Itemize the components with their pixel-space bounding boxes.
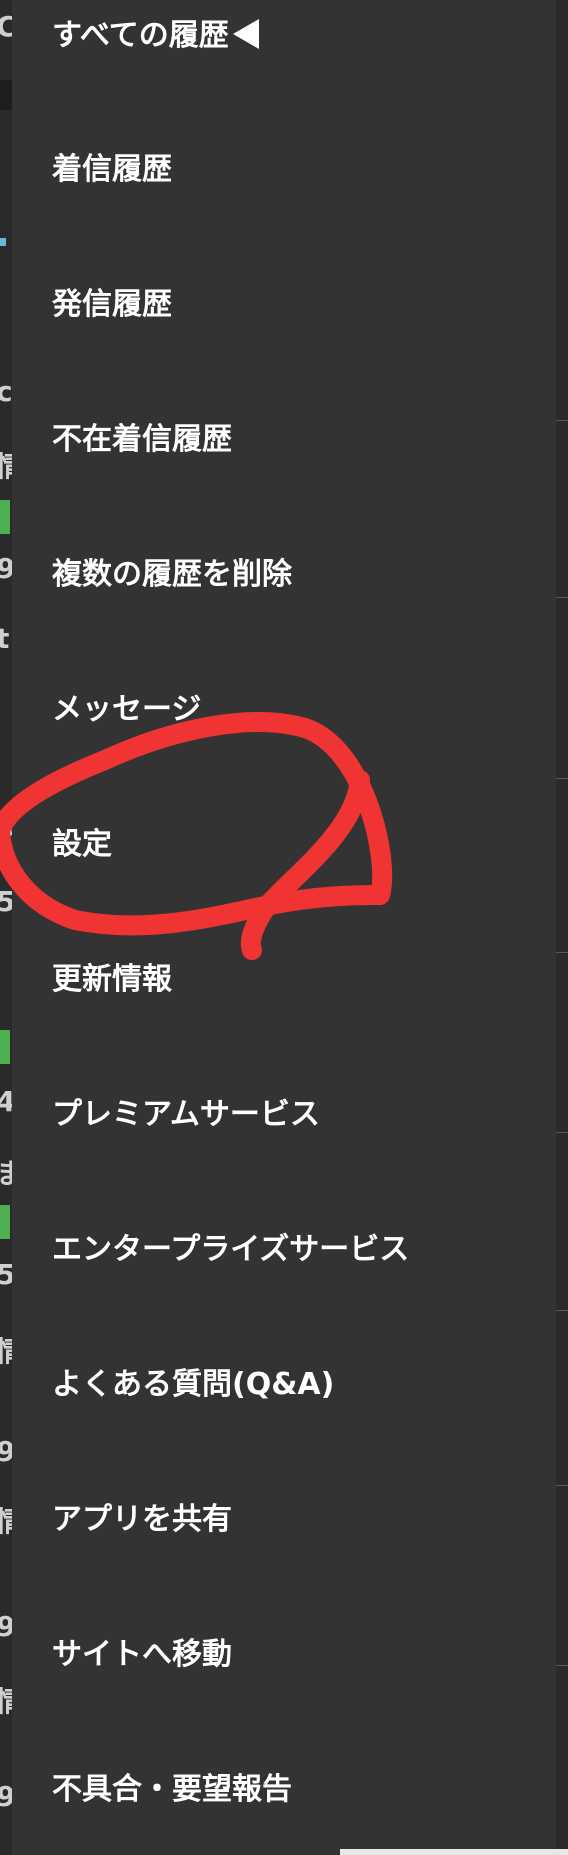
background-app-left-edge: C c 情 9 t エ 5 4 ま 5 情 9 情 9 情 9 [0, 0, 12, 1855]
menu-item-premium-service[interactable]: プレミアムサービス [52, 1085, 320, 1145]
screen: C c 情 9 t エ 5 4 ま 5 情 9 情 9 情 9 すべての履歴 [0, 0, 568, 1855]
menu-item-missed-history[interactable]: 不在着信履歴 [52, 410, 232, 470]
menu-item-delete-multiple[interactable]: 複数の履歴を削除 [52, 545, 292, 605]
menu-item-label: メッセージ [52, 692, 202, 727]
menu-item-settings[interactable]: 設定 [52, 815, 112, 875]
background-divider [556, 420, 568, 421]
menu-item-label: 設定 [52, 827, 112, 862]
menu-item-incoming-history[interactable]: 着信履歴 [52, 140, 172, 200]
background-divider [556, 1665, 568, 1666]
background-edge-marker [0, 238, 6, 246]
background-edge-text: 9 [0, 1435, 12, 1468]
background-edge-text: エ [0, 805, 12, 845]
menu-item-label: エンタープライズサービス [52, 1232, 410, 1267]
background-divider [556, 597, 568, 598]
background-divider [556, 1132, 568, 1133]
background-edge-text: 5 [0, 1258, 12, 1291]
menu-item-all-history[interactable]: すべての履歴 [52, 6, 259, 66]
background-edge-text: 情 [0, 445, 12, 485]
background-edge-badge [0, 1205, 10, 1239]
menu-item-bug-report[interactable]: 不具合・要望報告 [52, 1760, 292, 1820]
menu-item-faq[interactable]: よくある質問(Q&A) [52, 1355, 334, 1415]
menu-item-go-to-site[interactable]: サイトへ移動 [52, 1625, 232, 1685]
background-edge-text: 5 [0, 885, 12, 918]
menu-item-update-info[interactable]: 更新情報 [52, 950, 172, 1010]
selected-arrow-icon [232, 18, 259, 49]
menu-item-label: プレミアムサービス [52, 1097, 320, 1132]
background-edge-text: 9 [0, 1780, 12, 1813]
menu-item-label: 着信履歴 [52, 152, 172, 187]
background-divider [556, 778, 568, 779]
menu-item-label: すべての履歴 [52, 18, 229, 53]
menu-item-enterprise-service[interactable]: エンタープライズサービス [52, 1220, 409, 1280]
background-divider [556, 1485, 568, 1486]
menu-item-label: 不具合・要望報告 [52, 1772, 292, 1807]
background-app-right-edge [556, 0, 568, 1855]
background-edge-badge [0, 500, 10, 534]
menu-item-share-app[interactable]: アプリを共有 [52, 1490, 232, 1550]
background-edge-text: 情 [0, 1330, 12, 1370]
menu-item-label: 更新情報 [52, 962, 172, 997]
background-edge-text: c [0, 375, 12, 408]
background-dark-block [0, 80, 12, 110]
background-edge-text: 9 [0, 552, 12, 585]
background-edge-text: 情 [0, 1680, 12, 1720]
background-edge-text: 9 [0, 1610, 12, 1643]
background-edge-text: 4 [0, 1085, 12, 1118]
menu-item-label: 複数の履歴を削除 [52, 557, 292, 592]
menu-item-label: サイトへ移動 [52, 1637, 232, 1672]
menu-item-messages[interactable]: メッセージ [52, 680, 201, 740]
background-bottom-strip [340, 1849, 568, 1855]
background-divider [556, 1310, 568, 1311]
navigation-drawer: すべての履歴 着信履歴 発信履歴 不在着信履歴 複数の履歴を削除 メッセージ 設… [12, 0, 556, 1855]
menu-item-label: 不在着信履歴 [52, 422, 232, 457]
background-edge-text: ま [0, 1152, 12, 1192]
background-edge-text: t [0, 622, 10, 655]
background-edge-text: C [0, 10, 12, 43]
menu-item-label: よくある質問(Q&A) [52, 1367, 335, 1402]
background-edge-badge [0, 1030, 10, 1064]
background-edge-text: 情 [0, 1500, 12, 1540]
background-divider [556, 952, 568, 953]
menu-item-label: アプリを共有 [52, 1502, 232, 1537]
menu-item-outgoing-history[interactable]: 発信履歴 [52, 275, 172, 335]
menu-item-label: 発信履歴 [52, 287, 172, 322]
